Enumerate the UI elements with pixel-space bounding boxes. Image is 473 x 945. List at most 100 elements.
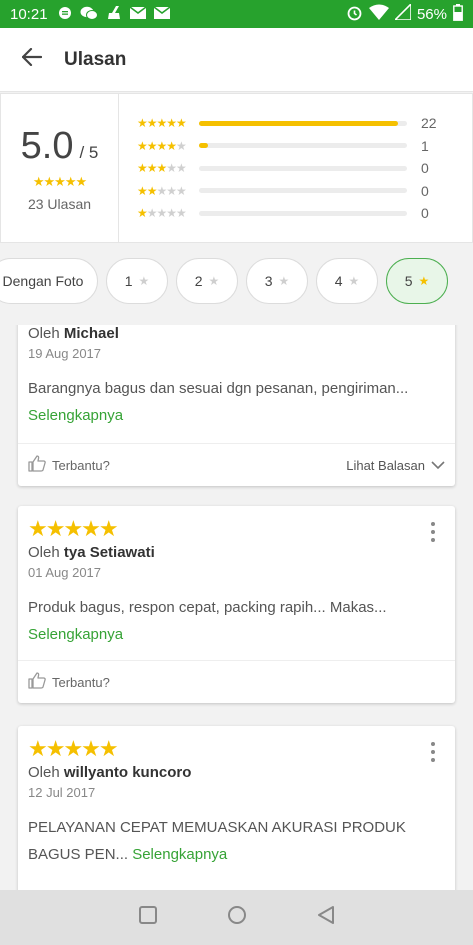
filter-chip-4-star[interactable]: 4 ★ (316, 258, 378, 304)
battery-icon (453, 3, 463, 25)
status-time: 10:21 (10, 5, 48, 23)
rating-bar-count: 1 (421, 137, 429, 154)
rating-bar-count: 22 (421, 115, 437, 132)
filter-chip-with-photo[interactable]: Dengan Foto (0, 258, 98, 304)
view-reply-label: Lihat Balasan (346, 457, 425, 473)
review-text: Barangnya bagus dan sesuai dgn pesanan, … (28, 375, 445, 429)
status-right: 56% (346, 2, 463, 25)
rating-bar-row: ★★★★★ 0 (137, 202, 472, 225)
review-list[interactable]: Oleh Michael 19 Aug 2017 Barangnya bagus… (0, 325, 473, 890)
author-prefix: Oleh (28, 764, 60, 781)
chevron-down-icon (431, 458, 445, 473)
rating-bar-track (199, 165, 407, 171)
rating-bar-stars: ★★★★★ (137, 161, 187, 176)
filter-chip-label: 1 (124, 273, 133, 289)
filter-chips: Dengan Foto 1 ★ 2 ★ 3 ★ 4 ★ 5 ★ (0, 258, 448, 304)
rating-bar-fill (199, 120, 399, 126)
rating-bar-row: ★★★★★ 0 (137, 180, 472, 203)
chat-icon (58, 6, 72, 23)
back-nav-icon[interactable] (317, 906, 335, 929)
review-author: Michael (63, 325, 119, 342)
app-bar: Ulasan (0, 28, 473, 92)
rating-bar-count: 0 (421, 205, 429, 222)
battery-level: 56% (416, 5, 447, 23)
rating-bar-track (199, 210, 407, 216)
review-text: Produk bagus, respon cepat, packing rapi… (28, 594, 445, 648)
back-button[interactable] (0, 28, 64, 92)
read-more-link[interactable]: Selengkapnya (28, 626, 123, 643)
filter-chip-label: 5 (404, 273, 413, 289)
thumbs-up-icon[interactable] (28, 672, 46, 692)
overall-rating: 5.0 / 5 ★★★★★ 23 Ulasan (1, 94, 119, 242)
helpful-button[interactable]: Terbantu? (52, 675, 110, 690)
more-options-icon[interactable] (429, 522, 437, 542)
star-icon: ★ (348, 274, 360, 288)
filter-chip-label: 2 (194, 273, 203, 289)
recents-icon[interactable] (138, 906, 157, 929)
read-more-link[interactable]: Selengkapnya (132, 846, 227, 863)
rating-bar-count: 0 (421, 160, 429, 177)
filter-chip-label: 3 (264, 273, 273, 289)
rating-bar-track (199, 188, 407, 194)
rating-bar-count: 0 (421, 182, 429, 199)
review-date: 01 Aug 2017 (28, 565, 102, 580)
mail-icon (153, 5, 170, 22)
review-text: PELAYANAN CEPAT MEMUASKAN AKURASI PRODUK… (28, 814, 428, 868)
review-author: tya Setiawati (63, 544, 155, 561)
star-icon: ★ (418, 274, 430, 288)
filter-chip-label: 4 (334, 273, 343, 289)
rating-bar-fill (199, 143, 208, 149)
system-nav-bar (0, 890, 473, 945)
page-title: Ulasan (64, 48, 127, 70)
filter-chip-2-star[interactable]: 2 ★ (176, 258, 238, 304)
rating-bar-row: ★★★★★ 22 (137, 112, 472, 135)
rating-bar-row: ★★★★★ 1 (137, 135, 472, 158)
review-date: 12 Jul 2017 (28, 785, 96, 800)
score-max: / 5 (79, 142, 99, 162)
review-text-content: Produk bagus, respon cepat, packing rapi… (28, 599, 387, 616)
screen: 10:21 56% Ulasan 5.0 / 5 ★★★★★ 23 Ulasan… (0, 0, 473, 945)
mail-icon (129, 5, 146, 22)
wechat-icon (80, 6, 98, 23)
filter-chip-3-star[interactable]: 3 ★ (246, 258, 308, 304)
read-more-link[interactable]: Selengkapnya (28, 407, 123, 424)
review-card: Oleh Michael 19 Aug 2017 Barangnya bagus… (18, 325, 455, 486)
view-reply-button[interactable]: Lihat Balasan (346, 458, 445, 473)
rating-summary: 5.0 / 5 ★★★★★ 23 Ulasan ★★★★★ 22 ★★★★★ 1 ★★★… (0, 93, 473, 243)
review-text-content: Barangnya bagus dan sesuai dgn pesanan, … (28, 380, 409, 397)
filter-chip-5-star[interactable]: 5 ★ (386, 258, 448, 304)
review-author-line: Oleh tya Setiawati (28, 544, 445, 561)
average-stars: ★★★★★ (32, 173, 87, 189)
average-score: 5.0 (20, 124, 74, 167)
wifi-icon (368, 4, 389, 24)
more-options-icon[interactable] (429, 742, 437, 762)
status-bar: 10:21 56% (0, 0, 473, 28)
author-prefix: Oleh (28, 325, 60, 342)
home-icon[interactable] (227, 905, 247, 930)
rating-bar-stars: ★★★★★ (137, 183, 187, 198)
review-footer: Terbantu? (18, 660, 455, 703)
rating-bar-row: ★★★★★ 0 (137, 157, 472, 180)
review-author-line: Oleh Michael (28, 325, 445, 342)
filter-chip-label: Dengan Foto (2, 273, 84, 289)
signal-icon (393, 2, 412, 24)
score-row: 5.0 / 5 (21, 125, 99, 168)
broom-icon (106, 5, 122, 23)
arrow-left-icon (21, 47, 43, 71)
rating-bar-track (199, 120, 407, 126)
rating-bar-stars: ★★★★★ (137, 206, 187, 221)
rating-bar-stars: ★★★★★ (137, 138, 187, 153)
review-footer: Terbantu? Lihat Balasan (18, 443, 455, 486)
helpful-button[interactable]: Terbantu? (52, 458, 110, 473)
review-card: ★★★★★ Oleh willyanto kuncoro 12 Jul 2017… (18, 726, 455, 890)
filter-chip-1-star[interactable]: 1 ★ (106, 258, 168, 304)
rating-distribution: ★★★★★ 22 ★★★★★ 1 ★★★★★ 0 ★★★★★ 0 ★★★★★ 0 (119, 94, 472, 242)
review-count: 23 Ulasan (27, 195, 92, 212)
review-author: willyanto kuncoro (63, 764, 192, 781)
review-date: 19 Aug 2017 (28, 346, 102, 361)
review-stars: ★★★★★ (28, 516, 119, 541)
star-icon: ★ (278, 274, 290, 288)
alarm-icon (346, 4, 363, 25)
star-icon: ★ (138, 274, 150, 288)
thumbs-up-icon[interactable] (28, 455, 46, 475)
